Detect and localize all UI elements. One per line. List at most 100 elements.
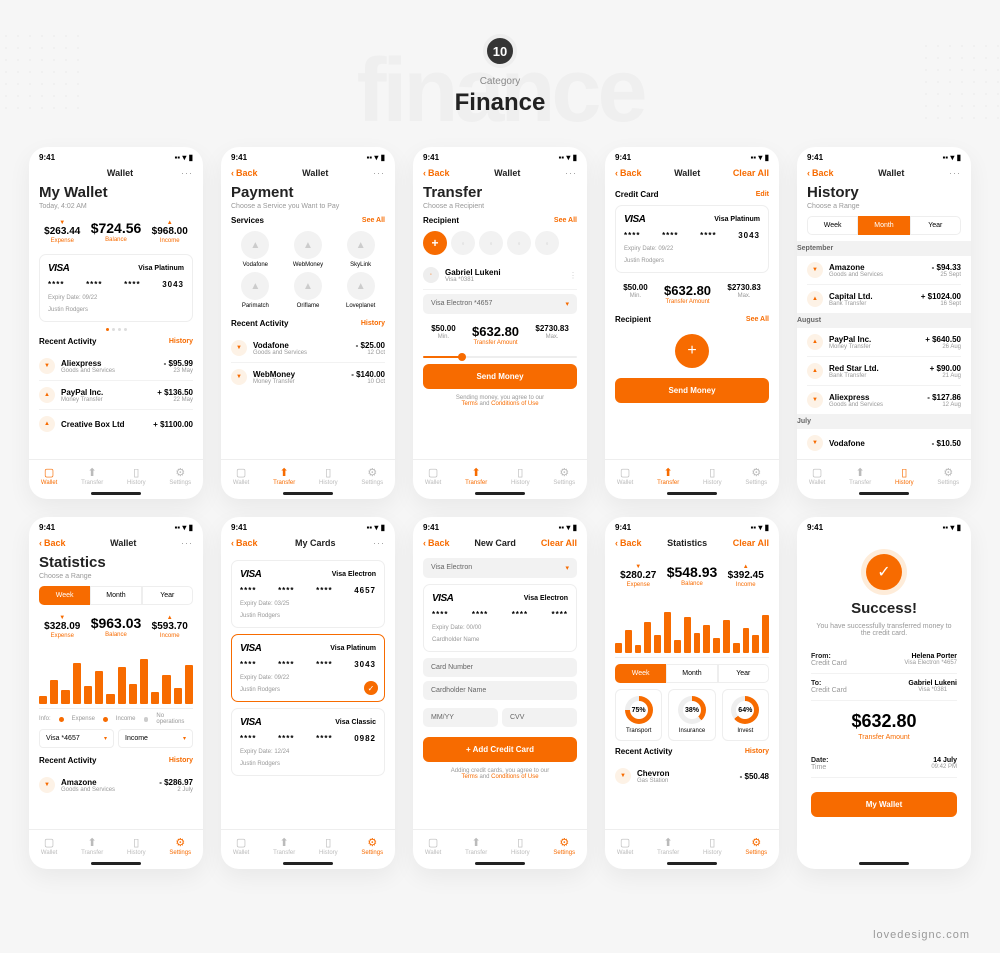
back-button[interactable]: ‹ Back — [39, 538, 66, 548]
category-title: Finance — [0, 89, 1000, 117]
my-wallet-button[interactable]: My Wallet — [811, 792, 957, 817]
tab-settings[interactable]: ⚙Settings — [361, 466, 383, 486]
tab-transfer[interactable]: ⬆Transfer — [273, 466, 295, 486]
chevron-down-icon: ▾ — [104, 735, 107, 742]
more-icon[interactable]: ··· — [181, 168, 193, 178]
card-preview: VISAVisa Electron****************Expiry … — [423, 584, 577, 652]
list-item[interactable]: ▼VodafoneGoods and Services- $25.0012 Oc… — [231, 334, 385, 363]
amount-value: $632.80 — [811, 711, 957, 732]
service-item[interactable]: ▲SkyLink — [336, 231, 385, 268]
settings-icon: ⚙ — [169, 466, 191, 479]
tab-history[interactable]: ▯History — [319, 466, 338, 486]
tab-transfer[interactable]: ⬆Transfer — [81, 466, 103, 486]
send-money-button[interactable]: Send Money — [423, 364, 577, 389]
chart-legend: Info:ExpenseIncomeNo operations — [39, 713, 193, 725]
edit-link[interactable]: Edit — [756, 191, 769, 198]
success-message: You have successfully transferred money … — [811, 623, 957, 637]
success-title: Success! — [811, 600, 957, 617]
month-header: September — [797, 241, 971, 256]
disclaimer: Sending money, you agree to ourTerms and… — [423, 395, 577, 407]
add-recipient-button[interactable]: + — [675, 334, 709, 368]
seg-week[interactable]: Week — [807, 216, 858, 235]
tab-wallet[interactable]: ▢Wallet — [233, 466, 249, 486]
screen-transfer-amount: 9:41▪▪ ▾ ▮ ‹ BackWalletClear All Credit … — [605, 147, 779, 499]
back-button[interactable]: ‹ Back — [423, 168, 450, 178]
service-item[interactable]: ▲WebMoney — [284, 231, 333, 268]
card-type-select[interactable]: Visa Electron▾ — [423, 558, 577, 578]
donut-invest[interactable]: 64%Invest — [722, 689, 769, 741]
seg-month[interactable]: Month — [858, 216, 909, 235]
bar-chart — [615, 598, 769, 658]
back-button[interactable]: ‹ Back — [423, 538, 450, 548]
back-button[interactable]: ‹ Back — [807, 168, 834, 178]
card-filter-select[interactable]: Visa *4657▾ — [39, 729, 114, 748]
screen-title: Transfer — [423, 184, 577, 201]
category-badge: 10 — [483, 34, 517, 68]
card-option-selected[interactable]: VISAVisa Platinum************3043Expiry … — [231, 634, 385, 702]
nav-title: Wallet — [302, 168, 328, 178]
back-button[interactable]: ‹ Back — [615, 538, 642, 548]
add-recipient-button[interactable]: + — [423, 231, 447, 255]
wallet-icon: ▢ — [41, 466, 57, 479]
history-link[interactable]: History — [361, 320, 385, 327]
from-row: From:Credit CardHelena PorterVisa Electr… — [811, 647, 957, 674]
donut-insurance[interactable]: 38%Insurance — [668, 689, 715, 741]
card-option[interactable]: VISAVisa Electron************4657Expiry … — [231, 560, 385, 628]
expense-value: $263.44 — [44, 226, 80, 237]
services-title: Services — [231, 216, 264, 225]
list-item[interactable]: ▲Capital Ltd.Bank Transfer+ $1024.0016 S… — [807, 285, 961, 313]
credit-card[interactable]: VISAVisa Platinum ************3043 Expir… — [39, 254, 193, 322]
card-number-input[interactable]: Card Number — [423, 658, 577, 677]
list-item[interactable]: ▼AmazoneGoods and Services- $94.3325 Sep… — [807, 256, 961, 285]
status-icons: ▪▪ ▾ ▮ — [174, 153, 193, 162]
card-select[interactable]: Visa Electron *4657▾ — [423, 294, 577, 314]
card-number: ************3043 — [48, 280, 184, 289]
service-item[interactable]: ▲Loveplanet — [336, 272, 385, 309]
back-button[interactable]: ‹ Back — [615, 168, 642, 178]
tab-wallet[interactable]: ▢Wallet — [41, 466, 57, 486]
clear-all-button[interactable]: Clear All — [733, 168, 769, 178]
selected-recipient[interactable]: ◦Gabriel LukeniVisa *0381⋮ — [423, 261, 577, 290]
screen-wallet: 9:41▪▪ ▾ ▮ Wallet··· My Wallet Today, 4:… — [29, 147, 203, 499]
service-item[interactable]: ▲Parimatch — [231, 272, 280, 309]
more-icon[interactable]: ··· — [373, 168, 385, 178]
see-all-link[interactable]: See All — [362, 217, 385, 224]
cardholder-input[interactable]: Cardholder Name — [423, 681, 577, 700]
list-item[interactable]: ▼AliexpressGoods and Services- $95.9923 … — [39, 352, 193, 381]
income-label: Income — [152, 238, 188, 244]
cvv-input[interactable]: CVV — [502, 708, 577, 727]
recipient-avatar[interactable]: ◦ — [451, 231, 475, 255]
expiry-input[interactable]: MM/YY — [423, 708, 498, 727]
expense-label: Expense — [44, 238, 80, 244]
amount-slider[interactable] — [423, 356, 577, 358]
see-all-link[interactable]: See All — [554, 217, 577, 224]
item-icon: ▲ — [39, 387, 55, 403]
type-filter-select[interactable]: Income▾ — [118, 729, 193, 748]
donut-transport[interactable]: 75%Transport — [615, 689, 662, 741]
service-item[interactable]: ▲Vodafone — [231, 231, 280, 268]
tab-settings[interactable]: ⚙Settings — [169, 466, 191, 486]
list-item[interactable]: ▼WebMoneyMoney Transfer- $140.0010 Oct — [231, 363, 385, 391]
tab-history[interactable]: ▯History — [127, 466, 146, 486]
screen-statistics-detail: 9:41▪▪ ▾ ▮ ‹ BackStatisticsClear All ▼$2… — [605, 517, 779, 869]
list-item[interactable]: ▲PayPal Inc.Money Transfer+ $136.5022 Ma… — [39, 381, 193, 410]
back-button[interactable]: ‹ Back — [231, 168, 258, 178]
send-money-button[interactable]: Send Money — [615, 378, 769, 403]
recipient-list: +◦◦◦◦ — [423, 231, 577, 255]
card-option[interactable]: VISAVisa Classic************0982Expiry D… — [231, 708, 385, 776]
add-card-button[interactable]: + Add Credit Card — [423, 737, 577, 762]
balance-label: Balance — [91, 237, 142, 243]
history-link[interactable]: History — [169, 338, 193, 345]
clear-all-button[interactable]: Clear All — [733, 538, 769, 548]
credit-card[interactable]: VISAVisa Platinum ************3043 Expir… — [615, 205, 769, 273]
nav-bar: Wallet··· — [29, 164, 203, 184]
seg-year[interactable]: Year — [910, 216, 961, 235]
credit-text: lovedesignc.com — [873, 929, 970, 941]
service-item[interactable]: ▲Oriflame — [284, 272, 333, 309]
list-item[interactable]: ▲Creative Box Ltd+ $1100.00 — [39, 410, 193, 438]
clear-all-button[interactable]: Clear All — [541, 538, 577, 548]
disclaimer: Adding credit cards, you agree to ourTer… — [423, 768, 577, 780]
back-button[interactable]: ‹ Back — [231, 538, 258, 548]
category-label: Category — [0, 76, 1000, 87]
range-segmented: WeekMonthYear — [807, 216, 961, 235]
